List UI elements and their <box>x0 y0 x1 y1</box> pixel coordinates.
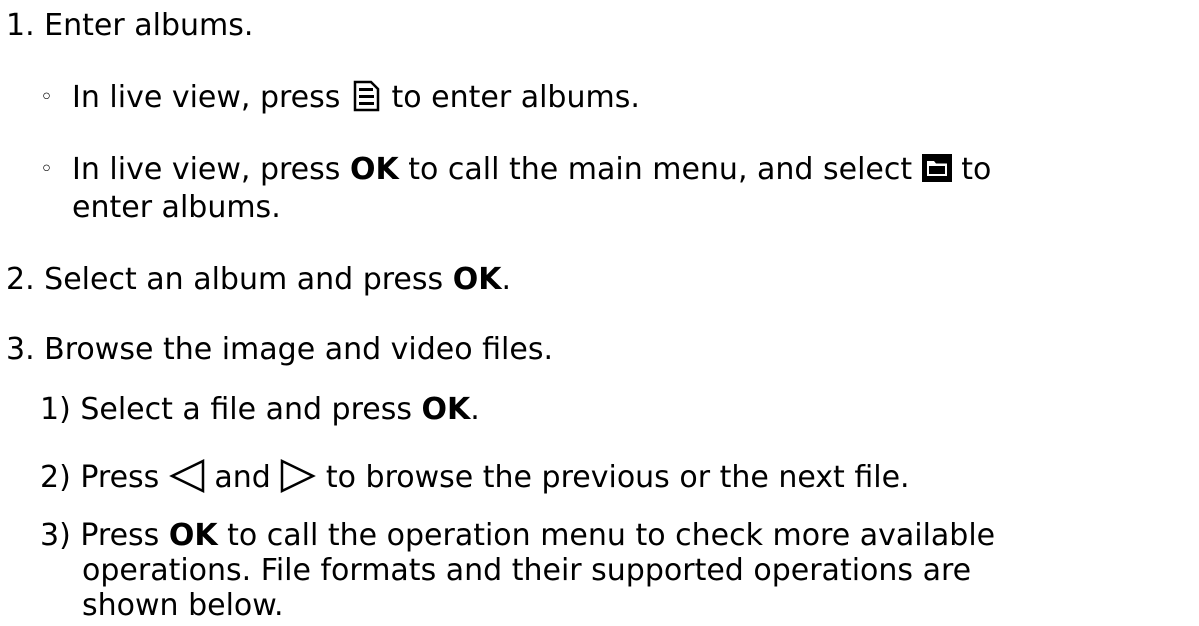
substep-1: 1) Select a file and press OK. <box>40 390 480 430</box>
bullet-continuation-text: enter albums. <box>72 190 281 225</box>
ok-key: OK <box>168 518 218 553</box>
bullet-text-middle: to call the main menu, and select <box>398 152 922 187</box>
step-1: 1. Enter albums. <box>6 6 253 46</box>
folder-icon <box>921 153 952 182</box>
substep-2: 2) Press and to browse the previous or t… <box>40 458 910 498</box>
substep-text-before: Press <box>80 518 169 553</box>
substep-continuation-text: shown below. <box>82 588 284 623</box>
step-text-after: . <box>501 262 511 297</box>
substep-number: 3) <box>40 518 71 553</box>
step-text: Browse the image and video files. <box>44 332 553 367</box>
substep-3-continuation-1: operations. File formats and their suppo… <box>82 551 971 591</box>
step-text-before: Select an album and press <box>44 262 453 297</box>
bullet-text-after: to enter albums. <box>381 80 640 115</box>
substep-text-after: . <box>470 392 480 427</box>
step-number: 1. <box>6 8 35 43</box>
substep-text-after: to browse the previous or the next file. <box>316 460 910 495</box>
substep-text-after: to call the operation menu to check more… <box>217 518 996 553</box>
substep-continuation-text: operations. File formats and their suppo… <box>82 553 972 588</box>
step-number: 2. <box>6 262 35 297</box>
bullet-text-before: In live view, press <box>72 80 350 115</box>
step-text: Enter albums. <box>44 8 254 43</box>
right-triangle-icon <box>280 458 317 493</box>
substep-number: 1) <box>40 392 71 427</box>
substep-text-before: Select a file and press <box>80 392 422 427</box>
bullet-2-continuation: enter albums. <box>72 188 281 228</box>
ok-key: OK <box>349 152 399 187</box>
document-icon <box>350 80 382 112</box>
step-2: 2. Select an album and press OK. <box>6 260 511 300</box>
bullet-marker: ◦ <box>40 157 53 182</box>
substep-3-continuation-2: shown below. <box>82 586 284 626</box>
step-3: 3. Browse the image and video files. <box>6 330 553 370</box>
ok-key: OK <box>452 262 502 297</box>
ok-key: OK <box>421 392 471 427</box>
substep-text-before: Press <box>80 460 169 495</box>
bullet-text-after: to <box>951 152 992 187</box>
substep-3: 3) Press OK to call the operation menu t… <box>40 516 995 556</box>
left-triangle-icon <box>168 458 205 493</box>
bullet-text-before: In live view, press <box>72 152 350 187</box>
substep-number: 2) <box>40 460 71 495</box>
step-number: 3. <box>6 332 35 367</box>
substep-text-middle: and <box>204 460 281 495</box>
bullet-marker: ◦ <box>40 85 53 110</box>
